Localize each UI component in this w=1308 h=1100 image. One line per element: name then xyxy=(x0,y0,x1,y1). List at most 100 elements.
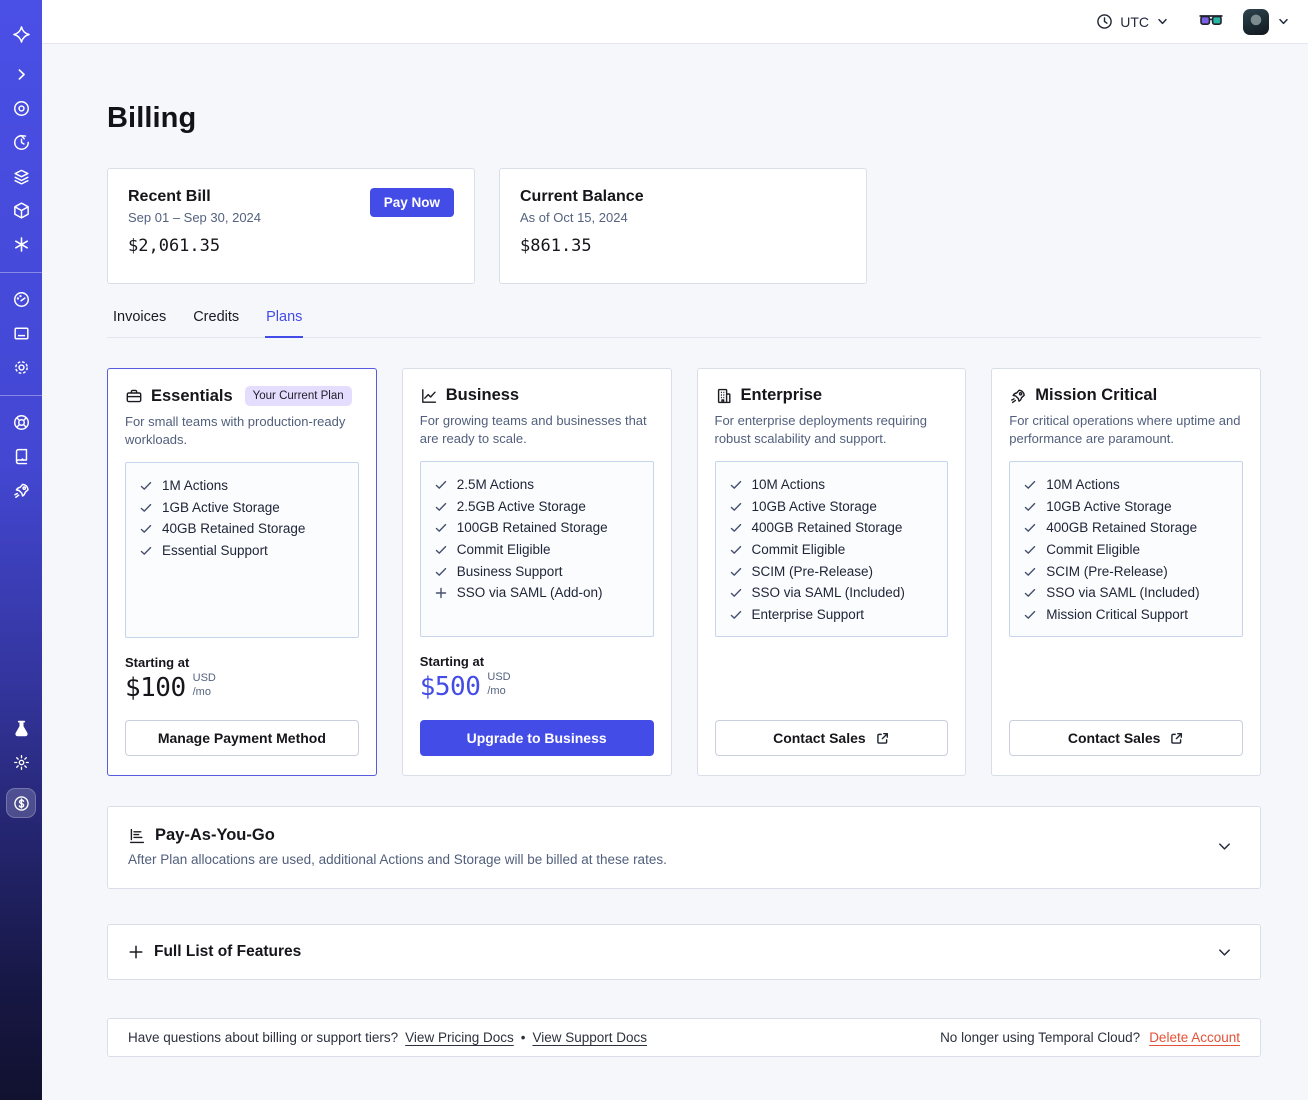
feature-item: 400GB Retained Storage xyxy=(729,520,935,536)
billing-dollar-icon[interactable] xyxy=(6,788,36,818)
plan-name: Business xyxy=(445,386,520,404)
check-icon xyxy=(434,521,448,535)
building-icon xyxy=(715,387,733,405)
rocket-icon xyxy=(1009,387,1027,405)
check-icon xyxy=(729,586,743,600)
sidebar-divider xyxy=(0,395,42,396)
check-icon xyxy=(1023,608,1037,622)
plans-row: Essentials Your Current Plan For small t… xyxy=(107,368,1261,776)
timezone-selector[interactable]: UTC xyxy=(1096,13,1169,30)
sidebar-bottom-group xyxy=(6,714,36,824)
lab-flask-icon[interactable] xyxy=(7,714,35,742)
feature-item: 400GB Retained Storage xyxy=(1023,520,1229,536)
feature-item: 2.5GB Active Storage xyxy=(434,499,640,515)
tab-credits[interactable]: Credits xyxy=(192,309,240,337)
user-avatar xyxy=(1243,8,1269,35)
full-features-title: Full List of Features xyxy=(154,943,302,960)
plan-card-mission-critical: Mission Critical For critical operations… xyxy=(991,368,1261,776)
footer-strip: Have questions about billing or support … xyxy=(107,1018,1261,1057)
check-icon xyxy=(1023,500,1037,514)
pay-as-you-go-accordion[interactable]: Pay-As-You-Go After Plan allocations are… xyxy=(107,806,1261,889)
payg-subtitle: After Plan allocations are used, additio… xyxy=(128,852,667,867)
current-balance-amount: $861.35 xyxy=(520,236,592,256)
feature-item: 2.5M Actions xyxy=(434,477,640,493)
feature-item: Mission Critical Support xyxy=(1023,607,1229,623)
price-label: Starting at xyxy=(125,654,190,670)
delete-account-link[interactable]: Delete Account xyxy=(1149,1030,1240,1045)
feature-item: 10GB Active Storage xyxy=(729,499,935,515)
billing-panel-icon[interactable] xyxy=(7,319,35,347)
tab-plans[interactable]: Plans xyxy=(265,309,304,338)
sidebar-divider xyxy=(0,272,42,273)
current-balance-date: As of Oct 15, 2024 xyxy=(520,210,628,225)
check-icon xyxy=(139,479,153,493)
pay-now-button[interactable]: Pay Now xyxy=(369,188,454,217)
feature-item: 10GB Active Storage xyxy=(1023,499,1229,515)
feature-item: Commit Eligible xyxy=(1023,542,1229,558)
current-balance-title: Current Balance xyxy=(520,188,644,205)
view-support-docs-link[interactable]: View Support Docs xyxy=(532,1030,647,1045)
feature-item: Enterprise Support xyxy=(729,607,935,623)
price-block: Starting at $500 USD/mo xyxy=(420,654,654,703)
contact-sales-button[interactable]: Contact Sales xyxy=(1009,720,1243,756)
billing-page: Billing Recent Bill Sep 01 – Sep 30, 202… xyxy=(42,44,1308,1100)
chevron-down-icon xyxy=(1216,838,1233,855)
clock-icon xyxy=(1096,13,1113,30)
layers-icon[interactable] xyxy=(7,162,35,190)
contact-sales-button[interactable]: Contact Sales xyxy=(714,720,949,756)
price-period: /mo xyxy=(487,684,506,697)
price-period: /mo xyxy=(192,685,211,698)
chevron-down-icon xyxy=(1156,15,1169,28)
temporal-logo-icon[interactable] xyxy=(7,20,35,48)
recent-bill-amount: $2,061.35 xyxy=(128,236,221,256)
price-label: Starting at xyxy=(419,653,485,669)
check-icon xyxy=(139,522,153,536)
feature-item: 10M Actions xyxy=(1023,477,1229,493)
rocket-icon[interactable] xyxy=(7,476,35,504)
full-features-accordion[interactable]: Full List of Features xyxy=(107,924,1261,980)
check-icon xyxy=(434,500,448,514)
glasses-icon[interactable] xyxy=(1199,14,1223,30)
theme-sun-icon[interactable] xyxy=(7,748,35,776)
namespaces-icon[interactable] xyxy=(7,94,35,122)
check-icon xyxy=(729,500,743,514)
chart-line-icon xyxy=(420,387,438,405)
footer-question: Have questions about billing or support … xyxy=(128,1030,399,1045)
asterisk-icon[interactable] xyxy=(7,230,35,258)
page-title: Billing xyxy=(107,102,197,134)
feature-item: SCIM (Pre-Release) xyxy=(729,564,935,580)
chevron-right-icon[interactable] xyxy=(7,60,35,88)
account-menu[interactable] xyxy=(1243,8,1290,35)
feature-item: SSO via SAML (Add-on) xyxy=(434,585,640,601)
docs-book-icon[interactable] xyxy=(7,442,35,470)
settings-gear-icon[interactable] xyxy=(7,353,35,381)
price-amount: $500 xyxy=(419,672,481,703)
check-icon xyxy=(434,543,448,557)
view-pricing-docs-link[interactable]: View Pricing Docs xyxy=(405,1030,514,1045)
tab-invoices[interactable]: Invoices xyxy=(112,309,167,337)
feature-item: Business Support xyxy=(434,564,640,580)
price-currency: USD xyxy=(487,670,511,683)
cube-icon[interactable] xyxy=(7,196,35,224)
manage-payment-button[interactable]: Manage Payment Method xyxy=(125,720,359,756)
usage-gauge-icon[interactable] xyxy=(7,285,35,313)
feature-item: SSO via SAML (Included) xyxy=(1023,585,1229,601)
plus-icon xyxy=(434,586,448,600)
bullet-separator: • xyxy=(520,1030,526,1045)
chevron-down-icon xyxy=(1277,15,1290,28)
feature-item: 1M Actions xyxy=(139,478,345,494)
history-clock-icon[interactable] xyxy=(7,128,35,156)
check-icon xyxy=(1023,478,1037,492)
bar-chart-icon xyxy=(128,827,146,845)
external-link-icon xyxy=(875,731,890,746)
feature-item: SCIM (Pre-Release) xyxy=(1023,564,1229,580)
check-icon xyxy=(139,501,153,515)
current-plan-badge: Your Current Plan xyxy=(244,386,352,406)
support-lifebuoy-icon[interactable] xyxy=(7,408,35,436)
summary-cards-row: Recent Bill Sep 01 – Sep 30, 2024 $2,061… xyxy=(107,168,1261,284)
payg-title: Pay-As-You-Go xyxy=(155,826,275,844)
toolbox-icon xyxy=(125,387,143,405)
price-currency: USD xyxy=(192,671,216,684)
upgrade-business-button[interactable]: Upgrade to Business xyxy=(419,720,654,756)
check-icon xyxy=(729,543,743,557)
